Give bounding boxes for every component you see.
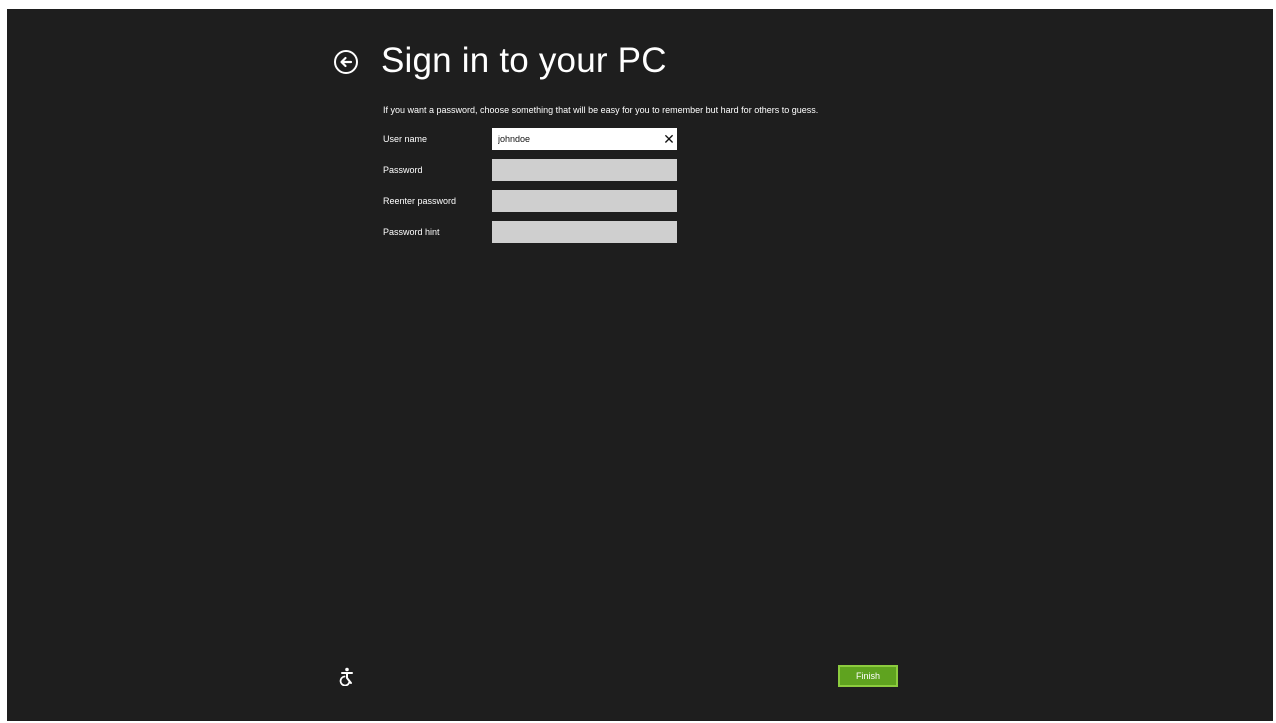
user-name-input[interactable] [492,128,677,150]
user-name-label: User name [383,134,428,144]
reenter-password-input[interactable] [492,190,677,212]
user-name-row: User name ✕ [383,128,683,150]
ease-of-access-icon [339,667,353,687]
finish-button[interactable]: Finish [838,665,898,687]
password-hint-input[interactable] [492,221,677,243]
password-hint-row: Password hint [383,221,683,243]
clear-user-name-button[interactable]: ✕ [662,131,676,147]
password-input[interactable] [492,159,677,181]
password-row: Password [383,159,683,181]
instructions-text: If you want a password, choose something… [383,105,819,115]
page-title: Sign in to your PC [381,41,667,80]
reenter-password-row: Reenter password [383,190,683,212]
reenter-password-label: Reenter password [383,196,457,206]
password-label: Password [383,165,423,175]
setup-screen: Sign in to your PC If you want a passwor… [7,9,1273,721]
close-icon: ✕ [663,131,675,147]
password-hint-label: Password hint [383,227,440,237]
back-arrow-circle-icon [334,50,358,74]
back-button[interactable] [333,49,359,75]
ease-of-access-button[interactable] [337,666,357,687]
